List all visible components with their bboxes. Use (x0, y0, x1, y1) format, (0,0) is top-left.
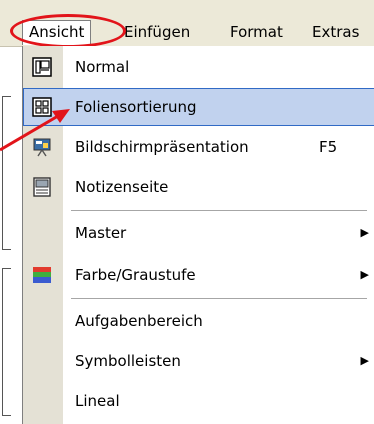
menu-item-master-label: Master (75, 224, 127, 242)
menu-item-aufgabenbereich-label: Aufgabenbereich (75, 312, 203, 330)
menu-item-foliensortierung-label: Foliensortierung (75, 98, 197, 116)
menu-item-lineal-label: Lineal (75, 392, 120, 410)
menu-item-aufgabenbereich[interactable]: Aufgabenbereich (23, 302, 374, 340)
submenu-arrow-icon: ▶ (360, 354, 369, 367)
menu-item-notizenseite[interactable]: Notizenseite (23, 168, 374, 206)
menu-item-normal[interactable]: Normal (23, 48, 374, 86)
menu-ansicht-label: Ansicht (29, 23, 85, 41)
menu-item-symbolleisten[interactable]: Symbolleisten ▶ (23, 342, 374, 380)
menu-item-farbe-graustufe-label: Farbe/Graustufe (75, 266, 196, 284)
menu-item-normal-label: Normal (75, 58, 130, 76)
menu-item-notizenseite-label: Notizenseite (75, 178, 169, 196)
menubar: Ansicht Einfügen Format Extras (0, 0, 374, 47)
bracket-top (2, 96, 11, 250)
notes-page-icon (33, 177, 51, 197)
submenu-arrow-icon: ▶ (360, 226, 369, 239)
menu-item-foliensortierung[interactable]: Foliensortierung (23, 88, 374, 126)
menu-separator (71, 210, 367, 211)
shortcut-f5: F5 (319, 138, 338, 156)
menu-item-lineal[interactable]: Lineal (23, 382, 374, 420)
menu-separator (71, 298, 367, 299)
menu-extras[interactable]: Extras (312, 21, 359, 43)
menu-format-label: Format (230, 23, 283, 41)
menu-item-bildschirmpraesentation-label: Bildschirmpräsentation (75, 138, 249, 156)
submenu-arrow-icon: ▶ (360, 268, 369, 281)
menu-ansicht[interactable]: Ansicht (22, 20, 92, 45)
menu-item-master[interactable]: Master ▶ (23, 214, 374, 252)
slide-sorter-icon (32, 97, 52, 117)
normal-view-icon (32, 57, 52, 77)
ansicht-dropdown: Normal Foliensortierung Bildschirmpräsen… (22, 46, 374, 424)
menu-format[interactable]: Format (230, 21, 283, 43)
menu-einfuegen-label: Einfügen (124, 23, 191, 41)
window-left-edge (0, 0, 20, 424)
menu-item-farbe-graustufe[interactable]: Farbe/Graustufe ▶ (23, 256, 374, 294)
menu-einfuegen[interactable]: Einfügen (124, 21, 190, 43)
menu-item-bildschirmpraesentation[interactable]: Bildschirmpräsentation F5 (23, 128, 374, 166)
color-grayscale-icon (33, 267, 51, 283)
slideshow-icon (33, 138, 51, 157)
menu-extras-label: Extras (312, 23, 360, 41)
menu-item-symbolleisten-label: Symbolleisten (75, 352, 181, 370)
bracket-bottom (2, 268, 11, 416)
